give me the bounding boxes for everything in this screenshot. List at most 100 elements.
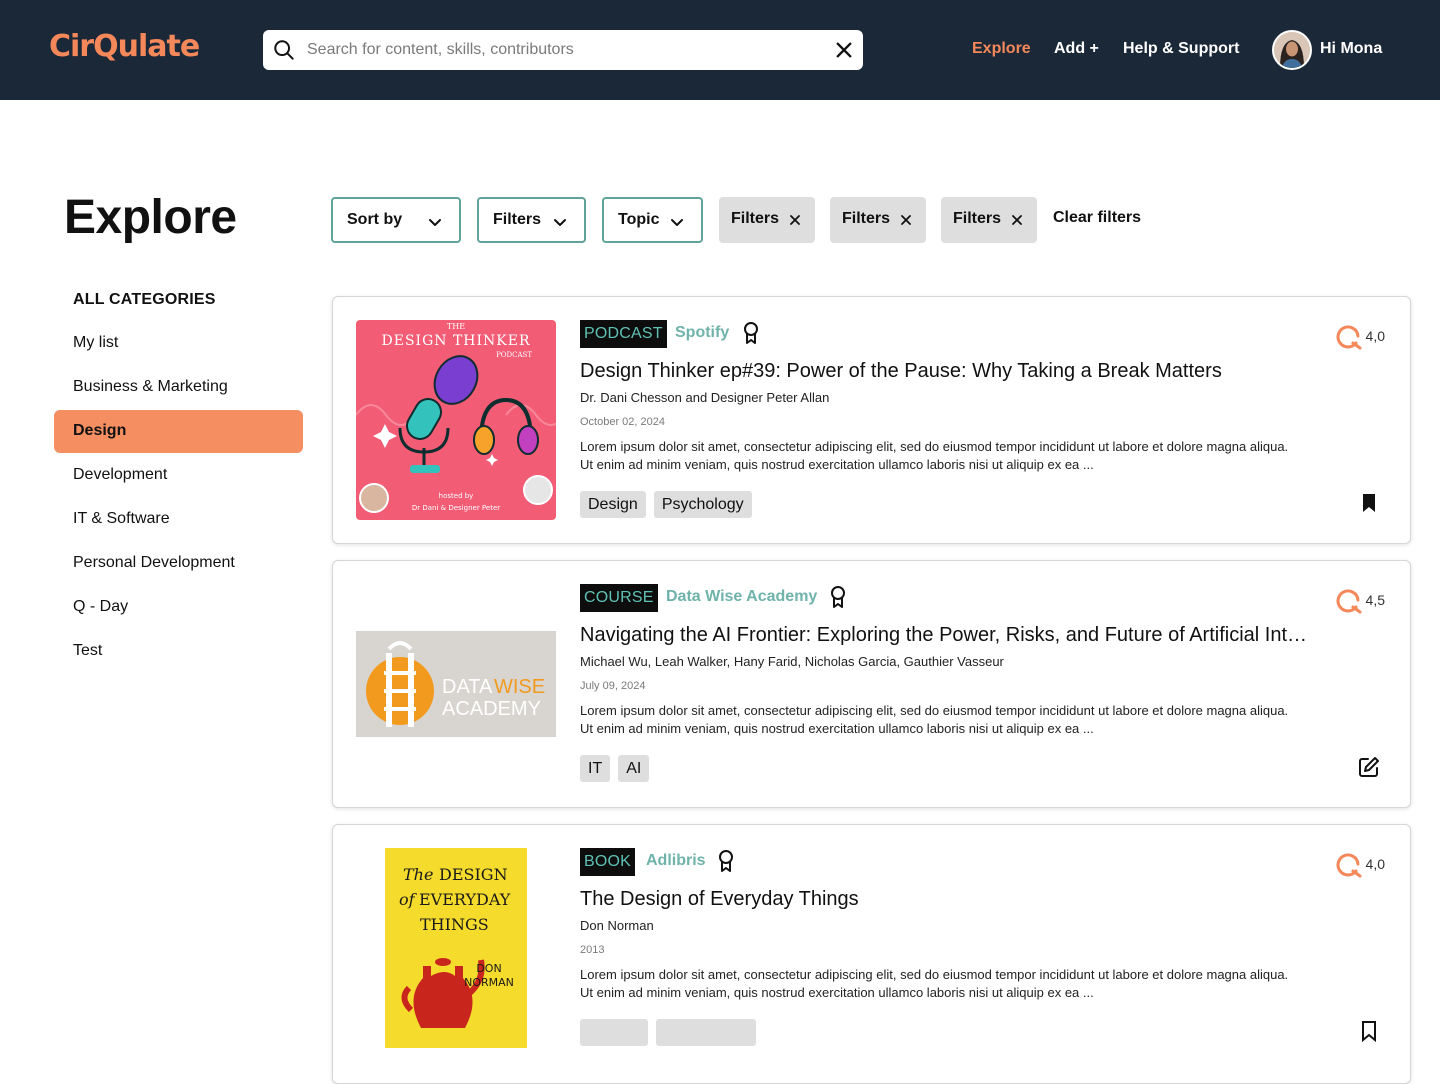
cover-text: DESIGN: [439, 865, 508, 884]
nav-add[interactable]: Add +: [1054, 40, 1099, 58]
cover-text: hosted by: [439, 492, 474, 500]
user-avatar[interactable]: [1272, 30, 1312, 70]
cover-text: WISE: [494, 676, 545, 698]
cover-text: THINGS: [420, 915, 489, 934]
topic-dropdown[interactable]: Topic: [602, 197, 703, 243]
sidebar-item-label: Test: [73, 642, 103, 659]
rating-value: 4,0: [1365, 856, 1385, 872]
clear-filters-button[interactable]: Clear filters: [1053, 209, 1141, 227]
content-authors: Don Norman: [580, 918, 654, 933]
award-icon: [831, 586, 845, 608]
remove-filter-icon[interactable]: [789, 214, 801, 226]
cover-text: DATA: [442, 676, 493, 698]
content-card[interactable]: DATA WISE ACADEMY COURSE Data Wise Acade…: [332, 560, 1411, 808]
bookmark-outline-icon[interactable]: [1358, 1020, 1380, 1042]
content-date: 2013: [580, 944, 605, 956]
page-title: Explore: [64, 191, 237, 244]
filter-chip-label: Filters: [731, 210, 780, 227]
sidebar-item-business-marketing[interactable]: Business & Marketing: [54, 366, 303, 409]
clear-search-icon[interactable]: [835, 41, 853, 59]
sidebar-item-my-list[interactable]: My list: [54, 322, 303, 365]
cover-text: NORMAN: [464, 976, 514, 989]
sort-by-dropdown[interactable]: Sort by: [331, 197, 461, 243]
sidebar-item-label: IT & Software: [73, 510, 170, 527]
sidebar-item-personal-development[interactable]: Personal Development: [54, 542, 303, 585]
search-bar: [263, 30, 863, 70]
tag-list: [580, 1019, 756, 1046]
user-greeting[interactable]: Hi Mona: [1320, 40, 1382, 58]
content-title[interactable]: Navigating the AI Frontier: Exploring th…: [580, 624, 1310, 647]
sidebar-item-it-software[interactable]: IT & Software: [54, 498, 303, 541]
cover-text: EVERYDAY: [419, 890, 511, 909]
sidebar-item-label: Q - Day: [73, 598, 129, 615]
content-type-badge: BOOK: [580, 848, 636, 876]
tag[interactable]: [580, 1019, 648, 1046]
provider-link[interactable]: Spotify: [675, 324, 729, 342]
cover-text: The: [403, 865, 433, 884]
filter-chip-label: Filters: [953, 210, 1002, 227]
sidebar-item-label: My list: [73, 334, 119, 351]
provider-link[interactable]: Data Wise Academy: [666, 588, 817, 606]
sidebar-item-design[interactable]: Design: [54, 410, 303, 453]
content-type-badge: PODCAST: [580, 320, 667, 348]
cover-text: PODCAST: [496, 351, 532, 359]
cover-text: DON: [476, 962, 501, 975]
content-description: Lorem ipsum dolor sit amet, consectetur …: [580, 967, 1289, 1000]
content-description: Lorem ipsum dolor sit amet, consectetur …: [580, 703, 1289, 736]
active-filter-chip[interactable]: Filters: [719, 197, 815, 243]
cover-text: Dr Dani & Designer Peter: [412, 504, 500, 512]
sidebar-item-test[interactable]: Test: [54, 630, 303, 673]
podcast-cover-image[interactable]: THE DESIGN THINKER PODCAST hosted by Dr …: [356, 320, 556, 520]
tag[interactable]: Design: [580, 491, 646, 518]
active-filter-chip[interactable]: Filters: [830, 197, 926, 243]
award-icon: [744, 322, 758, 344]
categories-heading: ALL CATEGORIES: [73, 291, 216, 308]
tag-list: Design Psychology: [580, 491, 752, 518]
content-card[interactable]: THE DESIGN THINKER PODCAST hosted by Dr …: [332, 296, 1411, 544]
rating: 4,0: [1336, 321, 1385, 351]
course-cover-image[interactable]: DATA WISE ACADEMY: [356, 631, 556, 737]
tag[interactable]: IT: [580, 755, 611, 782]
remove-filter-icon[interactable]: [1011, 214, 1023, 226]
edit-icon[interactable]: [1358, 756, 1380, 778]
content-authors: Michael Wu, Leah Walker, Hany Farid, Nic…: [580, 654, 1004, 669]
content-card[interactable]: The DESIGN of EVERYDAY THINGS DON NORMAN…: [332, 824, 1411, 1084]
sidebar-item-label: Development: [73, 466, 168, 483]
tag[interactable]: AI: [618, 755, 650, 782]
sidebar-item-development[interactable]: Development: [54, 454, 303, 497]
content-date: October 02, 2024: [580, 416, 666, 428]
sidebar-item-q-day[interactable]: Q - Day: [54, 586, 303, 629]
award-icon: [719, 850, 733, 872]
search-input[interactable]: [307, 36, 827, 64]
top-navigation-bar: CirQulate Explore Add + Help & Support H…: [0, 0, 1440, 100]
tag-list: IT AI: [580, 755, 650, 782]
nav-help-support[interactable]: Help & Support: [1123, 40, 1239, 58]
sort-by-label: Sort by: [347, 211, 403, 228]
sidebar-item-label: Design: [73, 422, 127, 439]
tag[interactable]: Psychology: [653, 491, 752, 518]
content-date: July 09, 2024: [580, 680, 646, 692]
nav-explore[interactable]: Explore: [972, 40, 1031, 58]
topic-label: Topic: [618, 211, 660, 228]
chevron-down-icon: [554, 219, 566, 226]
active-filter-chip[interactable]: Filters: [941, 197, 1037, 243]
bookmark-filled-icon[interactable]: [1358, 492, 1380, 514]
book-cover-image[interactable]: The DESIGN of EVERYDAY THINGS DON NORMAN: [385, 848, 527, 1048]
app-logo[interactable]: CirQulate: [49, 29, 200, 64]
tag[interactable]: [656, 1019, 756, 1046]
chevron-down-icon: [671, 219, 683, 226]
filter-chip-label: Filters: [842, 210, 891, 227]
rating: 4,5: [1336, 585, 1385, 615]
content-title[interactable]: The Design of Everyday Things: [580, 888, 859, 911]
content-authors: Dr. Dani Chesson and Designer Peter Alla…: [580, 390, 830, 405]
sidebar-item-label: Business & Marketing: [73, 378, 228, 395]
rating-value: 4,0: [1365, 328, 1385, 344]
provider-link[interactable]: Adlibris: [646, 852, 706, 870]
rating: 4,0: [1336, 849, 1385, 879]
cirqulate-q-icon: [1336, 853, 1362, 878]
content-title[interactable]: Design Thinker ep#39: Power of the Pause…: [580, 360, 1222, 383]
rating-value: 4,5: [1365, 592, 1385, 608]
remove-filter-icon[interactable]: [900, 214, 912, 226]
filters-dropdown[interactable]: Filters: [477, 197, 586, 243]
content-description: Lorem ipsum dolor sit amet, consectetur …: [580, 439, 1289, 472]
